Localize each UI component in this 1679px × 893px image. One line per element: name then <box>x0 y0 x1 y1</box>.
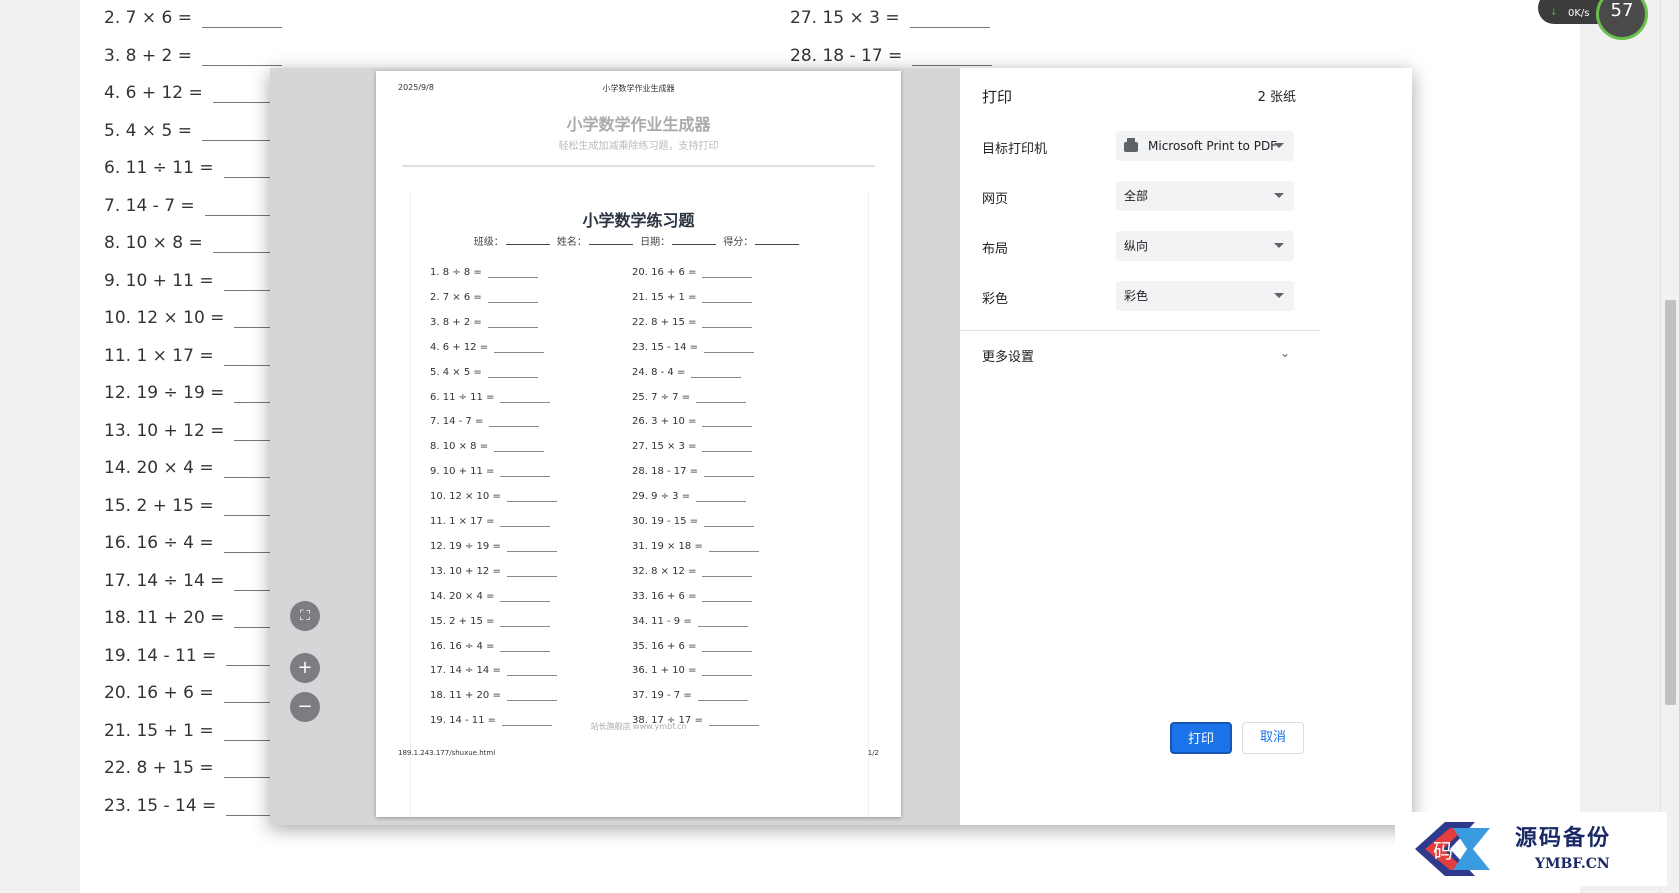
sheet-footer-page: 1/2 <box>867 749 879 757</box>
background-question: 2. 7 × 6 = <box>104 8 282 28</box>
watermark: 站长旗舰店 www.ymbf.cn <box>590 722 687 731</box>
background-question: 28. 18 - 17 = <box>790 46 993 66</box>
worksheet-question: 9. 10 + 11 = <box>430 466 551 478</box>
worksheet-question: 22. 8 + 15 = <box>632 317 753 328</box>
chevron-down-icon <box>1274 143 1284 148</box>
name-label: 姓名： <box>556 237 587 248</box>
color-value: 彩色 <box>1124 289 1149 303</box>
preview-sheet: 2025/9/8 小学数学作业生成器 小学数学作业生成器 轻松生成加减乘除练习题… <box>376 71 901 817</box>
sheet-count: 2 张纸 <box>1257 90 1296 105</box>
chevron-down-icon <box>1274 193 1284 198</box>
class-label: 班级： <box>473 237 504 248</box>
worksheet-question: 28. 18 - 17 = <box>632 466 755 478</box>
worksheet-question: 35. 16 + 6 = <box>632 641 753 652</box>
sheet-header-title: 小学数学作业生成器 <box>602 84 675 93</box>
svg-text:码: 码 <box>1433 839 1453 863</box>
worksheet-question: 31. 19 × 18 = <box>632 541 759 552</box>
site-title: 小学数学作业生成器 <box>566 115 711 134</box>
cancel-button[interactable]: 取消 <box>1242 722 1304 754</box>
printer-select[interactable]: Microsoft Print to PDF <box>1116 131 1294 161</box>
background-question: 5. 4 × 5 = <box>104 121 282 141</box>
site-subtitle: 轻松生成加减乘除练习题，支持打印 <box>558 141 719 152</box>
print-button[interactable]: 打印 <box>1170 722 1232 754</box>
worksheet-question: 34. 11 - 9 = <box>632 616 748 627</box>
worksheet-question: 20. 16 + 6 = <box>632 267 753 278</box>
worksheet-question: 18. 11 + 20 = <box>430 690 557 702</box>
more-settings-toggle[interactable]: 更多设置 <box>982 346 1034 365</box>
logo-en-text: YMBF.CN <box>1535 856 1610 872</box>
memory-usage-percent: 57 <box>1610 0 1634 21</box>
print-title: 打印 <box>982 88 1013 106</box>
printer-label: 目标打印机 <box>982 142 1048 157</box>
worksheet-question: 32. 8 × 12 = <box>632 566 753 577</box>
worksheet-question: 37. 19 - 7 = <box>632 690 748 702</box>
settings-divider <box>960 330 1320 331</box>
chevron-down-icon <box>1274 293 1284 298</box>
worksheet-question: 10. 12 × 10 = <box>430 491 557 503</box>
divider <box>402 165 875 167</box>
color-select[interactable]: 彩色 <box>1116 281 1294 311</box>
background-question: 4. 6 + 12 = <box>104 83 293 103</box>
worksheet-question: 13. 10 + 12 = <box>430 566 557 577</box>
pages-value: 全部 <box>1124 189 1149 203</box>
worksheet-question: 29. 9 ÷ 3 = <box>632 491 747 503</box>
zoom-in-button[interactable]: + <box>290 653 320 683</box>
page-scrollbar-thumb[interactable] <box>1665 300 1676 705</box>
worksheet-question: 36. 1 + 10 = <box>632 665 753 677</box>
ymbf-logo: 码 源码备份 YMBF.CN <box>1395 812 1667 886</box>
background-question: 3. 8 + 2 = <box>104 46 282 66</box>
worksheet-question: 3. 8 + 2 = <box>430 317 538 328</box>
logo-emblem-icon: 码 <box>1415 822 1490 876</box>
worksheet-question: 16. 16 ÷ 4 = <box>430 641 551 652</box>
printer-icon <box>1124 137 1138 152</box>
pages-select[interactable]: 全部 <box>1116 181 1294 211</box>
worksheet-question: 25. 7 ÷ 7 = <box>632 392 747 403</box>
chevron-down-icon <box>1274 243 1284 248</box>
printer-value: Microsoft Print to PDF <box>1148 139 1278 153</box>
layout-select[interactable]: 纵向 <box>1116 231 1294 261</box>
worksheet-question: 4. 6 + 12 = <box>430 342 545 353</box>
network-speed: 0K/s <box>1568 8 1590 19</box>
score-label: 得分： <box>723 237 754 248</box>
worksheet-question: 30. 19 - 15 = <box>632 516 755 527</box>
worksheet-question: 27. 15 × 3 = <box>632 441 753 453</box>
date-label: 日期： <box>640 237 671 248</box>
worksheet-question: 6. 11 ÷ 11 = <box>430 392 551 403</box>
worksheet-question: 14. 20 × 4 = <box>430 591 551 602</box>
page-scrollbar[interactable] <box>1660 0 1679 893</box>
download-arrow-icon: ↓ <box>1550 8 1558 18</box>
background-question: 8. 10 × 8 = <box>104 233 293 253</box>
expand-chevron-icon[interactable]: ⌄ <box>1280 346 1290 360</box>
worksheet-question: 8. 10 × 8 = <box>430 441 545 453</box>
worksheet-question: 24. 8 - 4 = <box>632 367 742 378</box>
worksheet-info: 班级： 姓名： 日期： 得分： <box>376 233 901 248</box>
zoom-out-button[interactable]: − <box>290 692 320 722</box>
worksheet-question: 11. 1 × 17 = <box>430 516 551 527</box>
worksheet-question: 26. 3 + 10 = <box>632 416 753 428</box>
layout-value: 纵向 <box>1124 239 1149 253</box>
pages-label: 网页 <box>982 192 1009 207</box>
memory-usage-circle: 57 <box>1596 0 1648 40</box>
background-question: 7. 14 - 7 = <box>104 196 285 216</box>
sheet-footer-url: 189.1.243.177/shuxue.html <box>398 749 496 757</box>
worksheet-question: 23. 15 - 14 = <box>632 342 755 353</box>
worksheet-question: 7. 14 - 7 = <box>430 416 540 428</box>
worksheet-question: 21. 15 + 1 = <box>632 292 753 303</box>
print-settings-panel: 打印 2 张纸 目标打印机 Microsoft Print to PDF 网页 … <box>960 68 1320 825</box>
background-question: 27. 15 × 3 = <box>790 8 990 28</box>
worksheet-question: 1. 8 ÷ 8 = <box>430 267 538 278</box>
worksheet-question: 5. 4 × 5 = <box>430 367 538 378</box>
worksheet-question: 17. 14 ÷ 14 = <box>430 665 557 677</box>
color-label: 彩色 <box>982 292 1009 307</box>
layout-label: 布局 <box>982 242 1009 257</box>
logo-cn-text: 源码备份 <box>1515 825 1612 851</box>
worksheet-question: 12. 19 ÷ 19 = <box>430 541 557 552</box>
worksheet-question: 2. 7 × 6 = <box>430 292 538 303</box>
worksheet-question: 15. 2 + 15 = <box>430 616 551 627</box>
worksheet-title: 小学数学练习题 <box>582 211 695 230</box>
print-preview-area: 2025/9/8 小学数学作业生成器 小学数学作业生成器 轻松生成加减乘除练习题… <box>270 68 1012 825</box>
worksheet-question: 33. 16 + 6 = <box>632 591 753 602</box>
fit-to-page-button[interactable]: ⛶ <box>290 601 320 631</box>
